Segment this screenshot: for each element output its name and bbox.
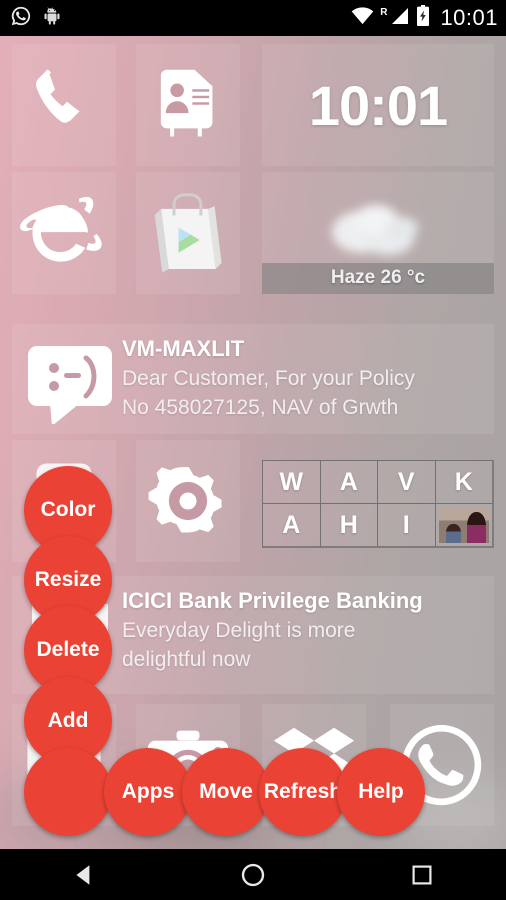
tile-browser[interactable] (12, 172, 116, 294)
email-preview-line-1: Everyday Delight is more (122, 619, 356, 643)
weather-label: Haze 26 °c (262, 263, 494, 294)
widget-contacts-grid[interactable]: W A V K A H I (262, 460, 494, 548)
contact-photo (438, 507, 489, 543)
gear-icon (147, 460, 229, 542)
home-screen: 10:01 Haze 26 °c VM-MAXLIT Dear Customer… (0, 36, 506, 849)
nav-recents-button[interactable] (377, 849, 467, 900)
cloud-haze-icon (318, 198, 438, 264)
email-subject: ICICI Bank Privilege Banking (122, 588, 423, 613)
widget-clock[interactable]: 10:01 (262, 44, 494, 166)
action-button-move[interactable]: Move (182, 748, 270, 836)
status-bar-clock: 10:01 (440, 5, 498, 30)
status-bar-right-icons: R 10:01 (351, 5, 498, 31)
action-button-help[interactable]: Help (337, 748, 425, 836)
tile-contacts[interactable] (136, 44, 240, 166)
sms-smiley-bubble-icon (22, 336, 118, 424)
sms-sender: VM-MAXLIT (122, 336, 245, 361)
action-button-refresh[interactable]: Refresh (259, 748, 347, 836)
widget-weather[interactable]: Haze 26 °c (262, 172, 494, 294)
action-button-help-label: Help (358, 780, 404, 803)
contact-cell[interactable]: H (319, 503, 378, 547)
widget-sms[interactable]: VM-MAXLIT Dear Customer, For your Policy… (12, 324, 494, 434)
phone-icon (28, 66, 100, 144)
internet-explorer-icon (19, 191, 109, 275)
back-triangle-icon (76, 864, 90, 885)
contact-cell[interactable]: A (319, 460, 378, 504)
recents-square-icon (412, 864, 432, 884)
status-bar-left-icons (10, 5, 62, 32)
action-button-apps[interactable]: Apps (104, 748, 192, 836)
wifi-icon (351, 6, 374, 30)
nav-back-button[interactable] (39, 849, 129, 900)
action-button-add-label: Add (47, 709, 89, 732)
action-button-refresh-label: Refresh (263, 780, 343, 803)
play-store-bag-icon (153, 190, 223, 276)
sms-preview-line-1: Dear Customer, For your Policy (122, 367, 415, 391)
action-button-resize-label: Resize (34, 568, 102, 591)
navigation-bar (0, 849, 506, 900)
tile-play-store[interactable] (136, 172, 240, 294)
contact-cell[interactable]: W (262, 460, 321, 504)
status-bar: R 10:01 (0, 0, 506, 36)
action-button-apps-label: Apps (121, 780, 175, 803)
sms-widget-body: VM-MAXLIT Dear Customer, For your Policy… (118, 336, 484, 423)
sms-preview-line-2: No 458027125, NAV of Grwth (122, 396, 399, 420)
contact-cell[interactable]: V (377, 460, 436, 504)
action-button-blank[interactable] (24, 748, 112, 836)
contact-cell-photo[interactable] (434, 503, 493, 547)
action-button-delete-label: Delete (36, 638, 100, 661)
clock-widget-time: 10:01 (308, 73, 448, 137)
contact-cell[interactable]: A (262, 503, 321, 547)
nav-home-button[interactable] (208, 849, 298, 900)
action-button-color-label: Color (40, 498, 96, 521)
email-preview-line-2: delightful now (122, 648, 251, 672)
roaming-indicator: R (380, 6, 388, 18)
home-circle-icon (241, 863, 265, 886)
action-button-move-label: Move (199, 780, 253, 803)
contacts-card-icon (150, 67, 226, 143)
contact-cell[interactable]: I (377, 503, 436, 547)
android-system-icon (42, 6, 62, 31)
whatsapp-notification-icon (10, 5, 32, 32)
tile-phone[interactable] (12, 44, 116, 166)
contact-cell[interactable]: K (434, 460, 493, 504)
battery-charging-icon (416, 5, 430, 31)
tile-settings[interactable] (136, 440, 240, 562)
cellular-signal-icon (390, 7, 410, 30)
phone-screen: R 10:01 10:01 Haze 26 °c VM-MAXLIT Dear … (0, 0, 506, 900)
email-widget-body: ICICI Bank Privilege Banking Everyday De… (118, 588, 484, 675)
